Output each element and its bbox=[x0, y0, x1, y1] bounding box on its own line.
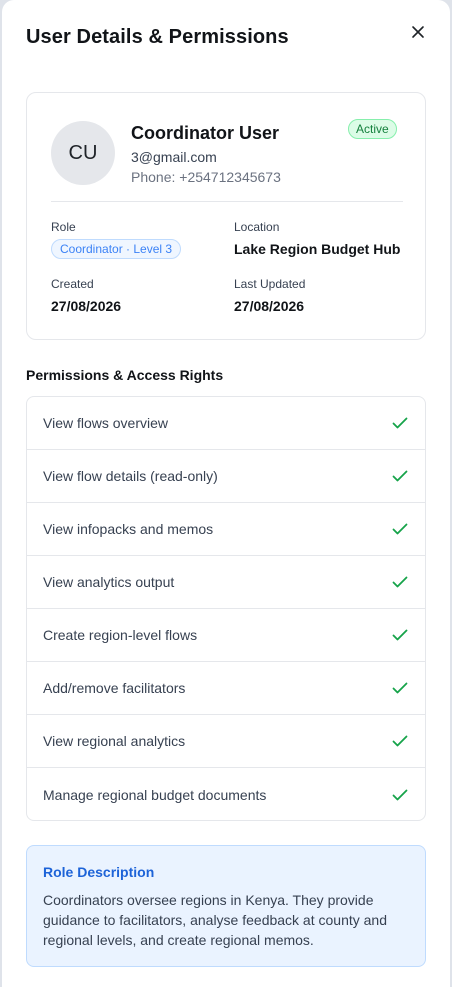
created-value: 27/08/2026 bbox=[51, 298, 122, 314]
check-icon bbox=[391, 626, 409, 644]
permission-row: View flows overview bbox=[27, 397, 425, 450]
permission-row: View infopacks and memos bbox=[27, 503, 425, 556]
permissions-title: Permissions & Access Rights bbox=[26, 367, 224, 383]
created-label: Created bbox=[51, 277, 94, 291]
avatar: CU bbox=[51, 121, 115, 185]
role-description-box: Role Description Coordinators oversee re… bbox=[26, 845, 426, 967]
check-icon bbox=[391, 414, 409, 432]
permission-label: View flows overview bbox=[43, 415, 169, 431]
user-email: 3@gmail.com bbox=[131, 149, 217, 165]
check-icon bbox=[391, 732, 409, 750]
permission-row: View flow details (read-only) bbox=[27, 450, 425, 503]
permission-row: View regional analytics bbox=[27, 715, 425, 768]
divider bbox=[51, 201, 403, 202]
role-description-text: Coordinators oversee regions in Kenya. T… bbox=[43, 892, 387, 948]
permission-label: View regional analytics bbox=[43, 733, 186, 749]
user-details-dialog: User Details & Permissions CU Coordinato… bbox=[2, 0, 450, 987]
permission-label: View infopacks and memos bbox=[43, 521, 214, 537]
role-description-title: Role Description bbox=[43, 864, 155, 880]
check-icon bbox=[391, 679, 409, 697]
check-icon bbox=[391, 467, 409, 485]
check-icon bbox=[391, 520, 409, 538]
user-name: Coordinator User bbox=[131, 123, 280, 143]
permission-label: Create region-level flows bbox=[43, 627, 198, 643]
role-badge: Coordinator · Level 3 bbox=[51, 239, 182, 259]
permission-label: Manage regional budget documents bbox=[43, 786, 267, 803]
permission-row: Add/remove facilitators bbox=[27, 662, 425, 715]
permission-label: View flow details (read-only) bbox=[43, 468, 218, 484]
permissions-list: View flows overview View flow details (r… bbox=[26, 396, 426, 821]
updated-value: 27/08/2026 bbox=[234, 298, 305, 314]
updated-label: Last Updated bbox=[234, 277, 306, 291]
permission-label: Add/remove facilitators bbox=[43, 680, 186, 696]
permission-label: View analytics output bbox=[43, 574, 175, 590]
user-phone: Phone: +254712345673 bbox=[131, 169, 281, 185]
permission-row: View analytics output bbox=[27, 556, 425, 609]
location-label: Location bbox=[234, 220, 280, 234]
close-button[interactable] bbox=[406, 22, 430, 46]
close-icon[interactable] bbox=[411, 25, 425, 44]
location-value: Lake Region Budget Hub bbox=[234, 241, 401, 257]
role-label: Role bbox=[51, 220, 76, 234]
check-icon bbox=[391, 573, 409, 591]
user-info-card: CU Coordinator User 3@gmail.com Phone: +… bbox=[26, 92, 426, 340]
check-icon bbox=[391, 786, 409, 804]
status-badge: Active bbox=[348, 119, 397, 139]
permission-row: Manage regional budget documents bbox=[27, 768, 425, 820]
dialog-title: User Details & Permissions bbox=[26, 26, 289, 48]
permission-row: Create region-level flows bbox=[27, 609, 425, 662]
